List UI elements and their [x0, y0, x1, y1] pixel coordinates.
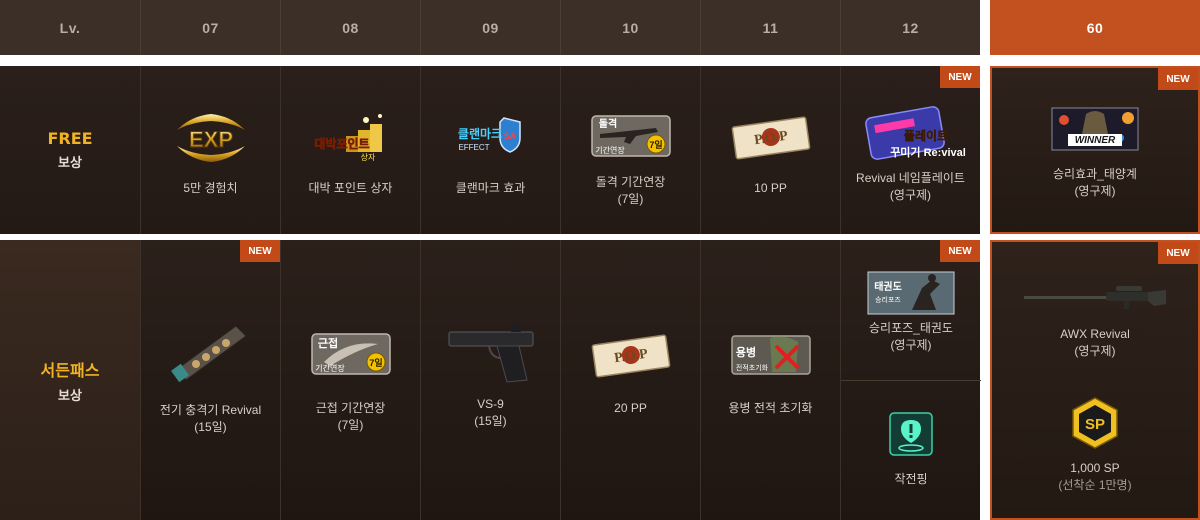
pass-subtitle: 보상 [58, 388, 82, 404]
level-number: 10 [622, 19, 639, 36]
new-badge: NEW [1158, 68, 1198, 90]
svg-text:EFFECT: EFFECT [458, 143, 489, 152]
pass-reward-lv60-sp[interactable]: SP 1,000 SP (선착순 1만명) [992, 390, 1198, 520]
svg-text:용병: 용병 [735, 345, 755, 359]
melee-extend-icon: 7일 근접 기간연장 [310, 333, 391, 375]
level-number: 09 [482, 19, 499, 36]
level-header-label: Lv. [0, 0, 140, 55]
reward-label: VS-9 (15일) [474, 397, 507, 428]
free-title: FREE [47, 129, 93, 148]
reward-label: 클랜마크 효과 [455, 181, 526, 195]
reward-label: 대박 포인트 상자 [308, 181, 393, 195]
sniper-rifle-icon [1024, 286, 1166, 309]
pass-reward-lv10[interactable]: P.O.P 20 PP [560, 240, 700, 520]
pass-reward-lv08[interactable]: 7일 근접 기간연장 근접 기간연장 (7일) [280, 240, 420, 520]
ping-icon [889, 412, 933, 456]
mercenary-reset-icon: 용병 전적초기화 [730, 335, 811, 375]
level-08-header: 08 [280, 0, 420, 55]
reward-label: 5만 경험치 [183, 181, 238, 195]
winner-effect-icon: WINNER [1051, 107, 1139, 151]
level-number: 08 [342, 19, 359, 36]
level-60-header: 60 [990, 0, 1200, 55]
free-reward-lv11[interactable]: P.O.P 10 PP [700, 66, 840, 234]
reward-label: 승리포즈_태권도 (영구제) [869, 321, 953, 352]
reward-label: 10 PP [754, 181, 787, 195]
level-09-header: 09 [420, 0, 560, 55]
free-reward-lv60[interactable]: NEW WINNER 승리효과_태양계 (영구제) [990, 66, 1200, 234]
level-number: 60 [1086, 19, 1104, 36]
reward-label: Revival 네임플레이트 (영구제) [856, 171, 965, 202]
svg-text:꾸미기 Re:vival: 꾸미기 Re:vival [890, 145, 966, 159]
exp-badge-icon: EXP [176, 114, 245, 162]
reward-label: 1,000 SP (선착순 1만명) [1058, 461, 1132, 492]
free-subtitle: 보상 [58, 156, 82, 171]
assault-rifle-extend-icon: 7일 돌격 기간연장 [590, 115, 671, 157]
svg-text:WINNER: WINNER [1075, 135, 1116, 146]
svg-text:클랜마크: 클랜마크 [457, 126, 501, 141]
pass-row-label: 서든패스 보상 [0, 240, 140, 520]
level-number: 07 [202, 19, 219, 36]
level-07-header: 07 [140, 0, 280, 55]
lv-label: Lv. [59, 19, 81, 36]
reward-label: 20 PP [614, 401, 647, 415]
svg-text:근접: 근접 [317, 337, 337, 350]
free-row-label: FREE 보상 [0, 66, 140, 234]
pistol-icon [448, 324, 533, 383]
svg-text:전적초기화: 전적초기화 [735, 363, 768, 372]
level-number: 12 [902, 19, 919, 36]
pass-reward-lv12-pose[interactable]: 태권도 승리포즈 승리포즈_태권도 (영구제) [841, 240, 981, 380]
svg-text:기간연장: 기간연장 [315, 363, 345, 373]
svg-text:7일: 7일 [369, 357, 382, 368]
pass-reward-lv60: NEW AWX Revival (영구제) SP 1,000 SP (선착순 1만명… [990, 240, 1200, 520]
point-box-icon: 대박포인트 상자 [314, 114, 382, 162]
nameplate-revival-icon: 플레이트 꾸미기 Re:vival [864, 106, 966, 160]
svg-text:플레이트: 플레이트 [903, 128, 947, 143]
free-reward-lv10[interactable]: 7일 돌격 기간연장 돌격 기간연장 (7일) [560, 66, 700, 234]
level-10-header: 10 [560, 0, 700, 55]
svg-text:태권도: 태권도 [874, 280, 902, 293]
svg-text:돌격: 돌격 [598, 117, 616, 130]
electric-shock-gun-icon [170, 325, 247, 383]
sp-coin-icon: SP [1072, 397, 1118, 449]
free-reward-lv12[interactable]: NEW 플레이트 꾸미기 Re:vival Revival 네임플레이트 (영구제… [840, 66, 980, 234]
level-number: 11 [762, 19, 779, 36]
pass-reward-lv12-ping[interactable]: 작전핑 [841, 381, 981, 520]
new-badge: NEW [240, 240, 280, 262]
reward-label: 작전핑 [894, 472, 928, 486]
svg-text:상자: 상자 [360, 152, 375, 162]
level-12-header: 12 [840, 0, 980, 55]
pass-reward-lv07[interactable]: NEW 전기 충격기 Revival (15일) [140, 240, 280, 520]
svg-text:대박포인트: 대박포인트 [314, 136, 369, 151]
free-reward-lv09[interactable]: SA 클랜마크 EFFECT 클랜마크 효과 [420, 66, 560, 234]
level-11-header: 11 [700, 0, 840, 55]
svg-text:EXP: EXP [188, 127, 232, 152]
pass-reward-lv11[interactable]: 용병 전적초기화 용병 전적 초기화 [700, 240, 840, 520]
reward-label: 용병 전적 초기화 [728, 401, 813, 415]
pp-ticket-icon: P.O.P [591, 334, 670, 378]
reward-label: 돌격 기간연장 (7일) [595, 175, 666, 206]
reward-label: AWX Revival (영구제) [1060, 327, 1130, 358]
pass-reward-lv12: NEW 태권도 승리포즈 승리포즈_태권도 (영구제) 작전핑 [840, 240, 981, 520]
reward-label: 근접 기간연장 (7일) [315, 401, 386, 432]
pass-title: 서든패스 [40, 360, 100, 380]
new-badge: NEW [940, 66, 980, 88]
pp-ticket-icon: P.O.P [731, 116, 810, 160]
free-reward-lv08[interactable]: 대박포인트 상자 대박 포인트 상자 [280, 66, 420, 234]
pass-reward-lv60-rifle[interactable]: AWX Revival (영구제) [992, 242, 1198, 372]
clan-mark-effect-icon: SA 클랜마크 EFFECT [457, 117, 521, 153]
svg-text:7일: 7일 [649, 139, 662, 150]
pass-reward-lv09[interactable]: VS-9 (15일) [420, 240, 560, 520]
svg-text:승리포즈: 승리포즈 [875, 295, 901, 304]
free-reward-lv07[interactable]: EXP 5만 경험치 [140, 66, 280, 234]
victory-pose-icon: 태권도 승리포즈 [867, 271, 955, 315]
svg-text:SP: SP [1085, 416, 1105, 433]
reward-label: 전기 충격기 Revival (15일) [159, 403, 262, 434]
svg-text:기간연장: 기간연장 [595, 145, 625, 155]
reward-label: 승리효과_태양계 (영구제) [1053, 167, 1137, 198]
svg-text:SA: SA [503, 131, 516, 141]
